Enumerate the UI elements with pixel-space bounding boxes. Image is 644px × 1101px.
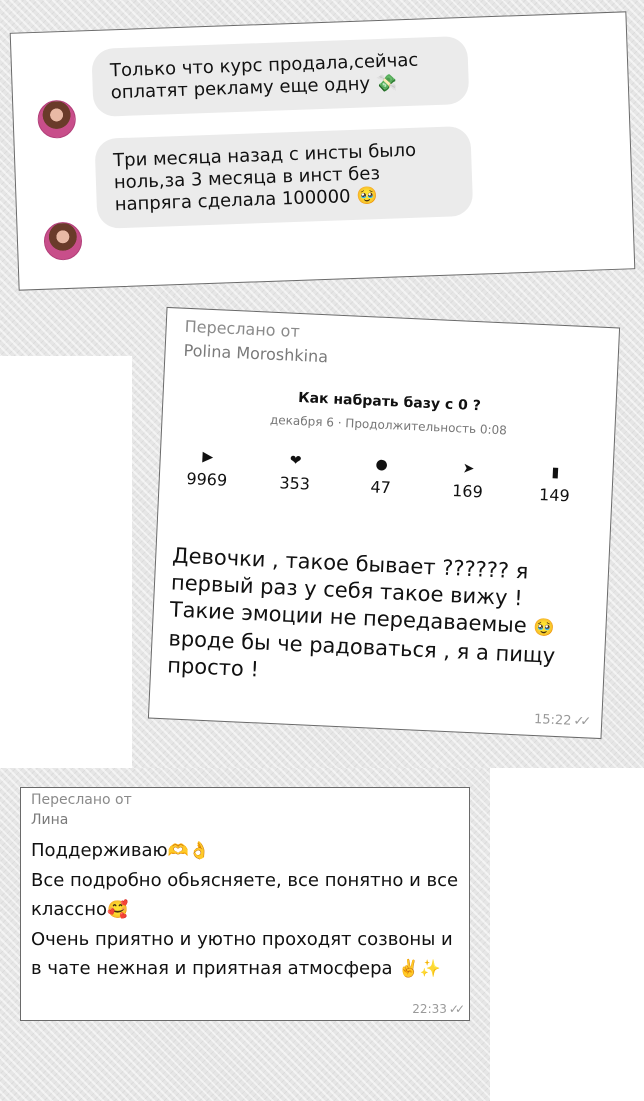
forwarded-from-name[interactable]: Polina Moroshkina (183, 341, 328, 367)
comment-icon: ● (375, 456, 389, 474)
victory-sparkles-emoji-icon: ✌️✨ (398, 959, 441, 979)
message-line: Все подробно обьясняете, все понятно и в… (31, 866, 463, 925)
message-text-part-1: Девочки , такое бывает ?????? я первый р… (169, 543, 529, 638)
stat-likes: ❤ 353 (259, 450, 331, 494)
bookmark-icon: ▮ (551, 464, 560, 481)
money-emoji-icon: 💸 (375, 73, 398, 95)
forwarded-review-card: Переслано от Лина Поддерживаю🫶👌 Все подр… (20, 787, 470, 1021)
time-text: 15:22 (533, 712, 572, 729)
heart-icon: ❤ (289, 452, 302, 470)
teary-smile-emoji-icon: 🥹 (355, 186, 378, 207)
message-line-text: Все подробно обьясняете, все понятно и в… (31, 870, 459, 920)
message-text: Девочки , такое бывает ?????? я первый р… (167, 542, 593, 698)
time-text: 22:33 (412, 1002, 447, 1016)
avatar[interactable] (43, 221, 83, 261)
stat-value: 9969 (186, 469, 228, 490)
message-timestamp: 15:22✓✓ (534, 712, 588, 729)
read-check-icon: ✓✓ (573, 713, 588, 730)
message-timestamp: 22:33 ✓✓ (412, 1002, 465, 1016)
read-check-icon: ✓✓ (448, 1002, 465, 1016)
play-icon: ▶ (202, 448, 214, 466)
chat-screenshot-card: Только что курс продала,сейчас оплатят р… (9, 11, 636, 291)
message-line-text: Поддерживаю (31, 840, 168, 861)
stat-value: 353 (279, 473, 311, 494)
teary-smile-emoji-icon: 🥹 (532, 617, 555, 639)
message-text: Только что курс продала,сейчас оплатят р… (109, 49, 419, 104)
stat-shares: ➤ 169 (432, 458, 504, 502)
stat-saves: ▮ 149 (519, 462, 591, 506)
send-icon: ➤ (462, 460, 475, 478)
forwarded-label: Переслано от (184, 316, 301, 341)
stat-value: 169 (451, 481, 484, 502)
message-line: Поддерживаю🫶👌 (31, 836, 463, 866)
message-line-text: Очень приятно и уютно проходят созвоны и… (31, 929, 453, 979)
message-line: Очень приятно и уютно проходят созвоны и… (31, 925, 463, 984)
forwarded-from-name[interactable]: Лина (31, 812, 68, 828)
smiling-hearts-emoji-icon: 🥰 (106, 900, 129, 920)
avatar[interactable] (37, 99, 77, 139)
message-text: Поддерживаю🫶👌 Все подробно обьясняете, в… (31, 836, 463, 984)
stat-comments: ● 47 (345, 454, 417, 498)
stat-value: 47 (370, 477, 392, 498)
stat-plays: ▶ 9969 (171, 446, 243, 490)
stat-value: 149 (538, 485, 571, 506)
forwarded-post-card: Переслано от Polina Moroshkina Как набра… (147, 306, 621, 740)
chat-message-bubble: Три месяца назад с инсты было ноль,за 3 … (94, 125, 474, 229)
heart-hands-emoji-icon: 🫶👌 (167, 841, 210, 861)
forwarded-label: Переслано от (31, 792, 132, 808)
chat-message-bubble: Только что курс продала,сейчас оплатят р… (91, 35, 470, 117)
